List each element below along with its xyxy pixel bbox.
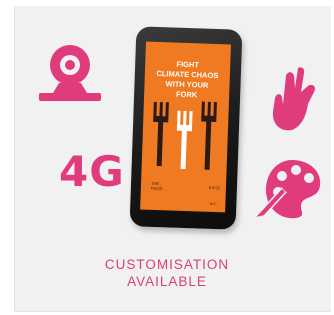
paint-palette-icon bbox=[252, 160, 321, 220]
tablet-device: FIGHT CLIMATE CHAOS WITH YOUR FORK THE .… bbox=[129, 26, 243, 230]
fork-icon bbox=[153, 101, 217, 170]
webcam-icon bbox=[39, 45, 101, 101]
poster-small-text: THE ... FOOD ... bbox=[150, 180, 167, 192]
tablet-screen-poster: FIGHT CLIMATE CHAOS WITH YOUR FORK THE .… bbox=[140, 41, 231, 213]
hand-touch-icon bbox=[272, 67, 315, 131]
customisation-caption: CUSTOMISATION AVAILABLE bbox=[0, 256, 334, 290]
poster-headline: FIGHT CLIMATE CHAOS WITH YOUR FORK bbox=[156, 59, 219, 100]
caption-line-1: CUSTOMISATION bbox=[104, 257, 230, 272]
poster-date-text: 8 9 22 bbox=[208, 184, 221, 191]
poster-footer-text: hi-5 ... bbox=[209, 201, 220, 207]
caption-line-2: AVAILABLE bbox=[127, 274, 207, 289]
network-4g-label: 4G bbox=[59, 147, 125, 196]
